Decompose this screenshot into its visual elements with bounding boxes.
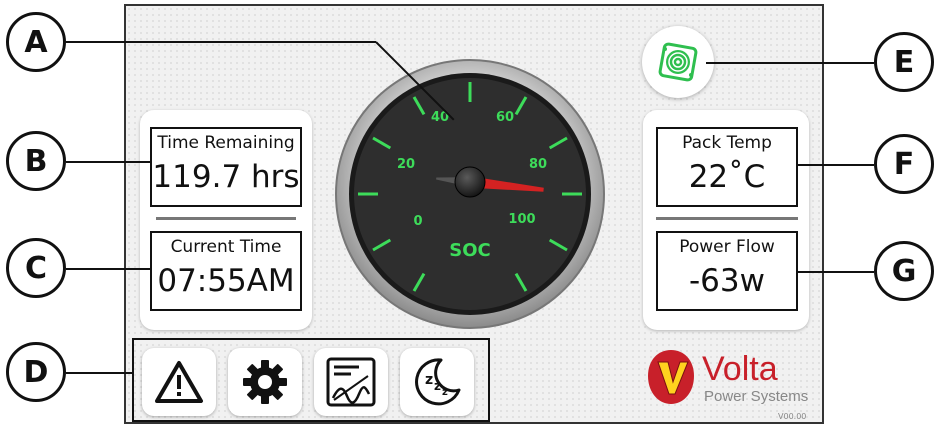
callout-a: A [6, 12, 66, 72]
time-remaining-box: Time Remaining 119.7 hrs [150, 127, 302, 207]
current-time-box: Current Time 07:55AM [150, 231, 302, 311]
gear-icon [243, 360, 287, 404]
sleep-icon: z z z [415, 358, 461, 406]
volta-logo-icon [648, 350, 694, 404]
leader-f [798, 164, 874, 166]
brand-logo: Volta Power Systems [640, 348, 820, 408]
gauge-label-20: 20 [397, 157, 415, 172]
leader-g [798, 271, 874, 273]
gauge-unit-label: SOC [449, 240, 490, 261]
current-time-label: Current Time [170, 237, 282, 257]
svg-text:z: z [442, 387, 448, 398]
sleep-button[interactable]: z z z [400, 348, 474, 416]
callout-c: C [6, 238, 66, 298]
leader-e [706, 62, 874, 64]
leader-c [66, 268, 150, 270]
fan-icon [658, 42, 698, 82]
svg-text:z: z [425, 372, 433, 388]
time-remaining-value: 119.7 hrs [152, 159, 300, 195]
alerts-button[interactable] [142, 348, 216, 416]
power-flow-box: Power Flow -63w [656, 231, 798, 311]
leader-b [66, 161, 150, 163]
current-time-value: 07:55AM [157, 263, 295, 299]
pack-temp-value: 22˚C [688, 159, 766, 195]
gauge-label-80: 80 [529, 157, 547, 172]
left-divider [156, 217, 296, 220]
fan-button[interactable] [642, 26, 714, 98]
time-remaining-label: Time Remaining [157, 133, 295, 153]
brand-name: Volta [702, 350, 778, 388]
right-divider [656, 217, 798, 220]
gauge-hub [454, 166, 486, 198]
charge-profile-button[interactable] [314, 348, 388, 416]
leader-d [66, 372, 132, 374]
gauge-label-100: 100 [508, 212, 535, 227]
svg-text:z: z [434, 379, 441, 393]
power-flow-value: -63w [689, 263, 765, 299]
leader-a [66, 41, 376, 43]
callout-b: B [6, 131, 66, 191]
version-label: V00.00 [778, 412, 807, 421]
brand-tagline: Power Systems [704, 388, 809, 405]
callout-f: F [874, 134, 934, 194]
callout-d: D [6, 342, 66, 402]
gauge-label-60: 60 [496, 110, 514, 125]
pack-temp-label: Pack Temp [682, 133, 772, 153]
gauge-label-0: 0 [413, 214, 422, 229]
soc-gauge: 0 20 40 60 80 100 SOC [335, 59, 605, 329]
warning-icon [155, 361, 203, 403]
callout-e: E [874, 32, 934, 92]
power-flow-label: Power Flow [679, 237, 775, 257]
settings-button[interactable] [228, 348, 302, 416]
pack-temp-box: Pack Temp 22˚C [656, 127, 798, 207]
bottom-toolbar: z z z [132, 338, 490, 422]
charge-curve-icon [326, 357, 376, 407]
callout-g: G [874, 241, 934, 301]
